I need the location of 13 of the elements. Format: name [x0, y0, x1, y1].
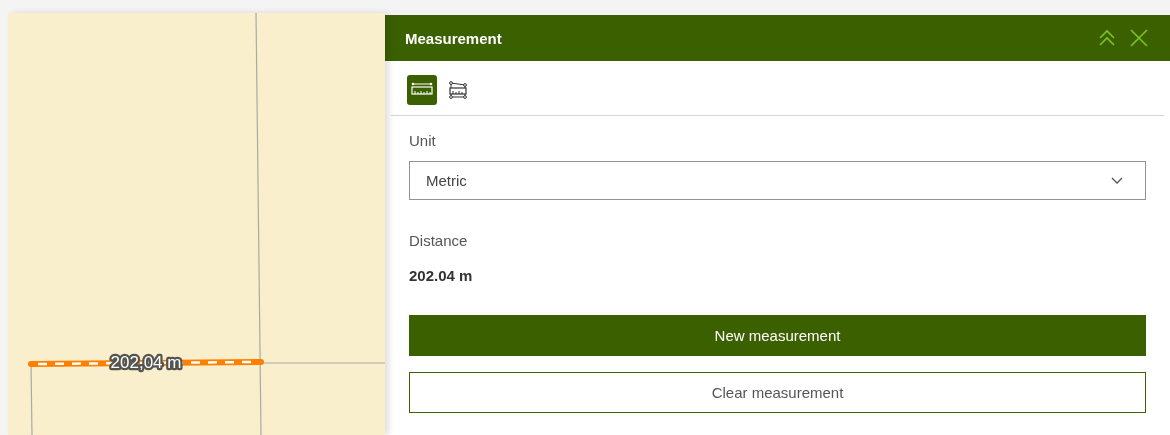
clear-measurement-button[interactable]: Clear measurement — [409, 372, 1146, 413]
area-ruler-icon — [448, 80, 468, 100]
panel-title: Measurement — [405, 29, 502, 47]
new-measurement-button[interactable]: New measurement — [409, 315, 1146, 356]
distance-value: 202.04 m — [409, 267, 474, 284]
unit-dropdown[interactable]: Metric — [409, 161, 1146, 200]
unit-label: Unit — [409, 132, 437, 149]
distance-tool-button[interactable] — [407, 75, 437, 105]
close-icon[interactable] — [1130, 29, 1148, 47]
collapse-icon[interactable] — [1098, 29, 1116, 47]
ruler-icon — [411, 82, 433, 98]
chevron-down-icon — [1111, 176, 1123, 185]
distance-label: Distance — [409, 232, 469, 249]
